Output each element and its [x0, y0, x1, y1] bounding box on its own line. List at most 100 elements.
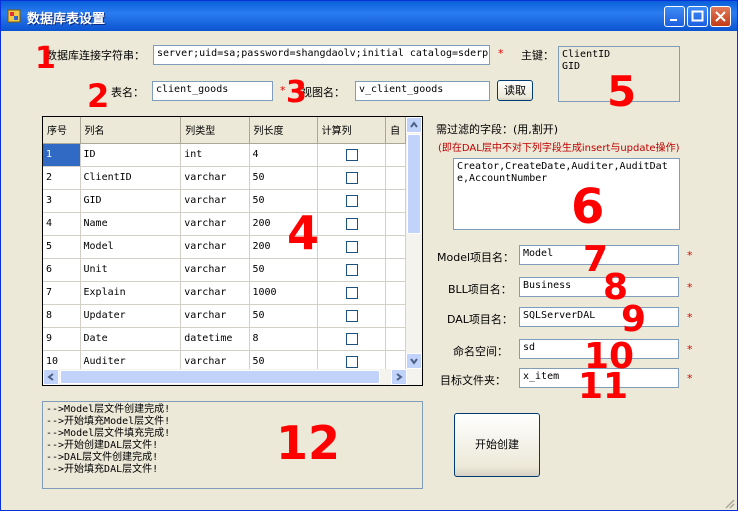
filter-fields-textarea[interactable]: Creator,CreateDate,Auditer,AuditDate,Acc… [453, 158, 680, 230]
grid-horizontal-scrollbar[interactable] [42, 369, 423, 386]
grid-cell-computed[interactable] [317, 258, 387, 282]
scroll-right-arrow[interactable] [391, 369, 407, 385]
computed-checkbox[interactable] [346, 309, 359, 322]
primary-key-list[interactable]: ClientID GID [558, 46, 680, 102]
grid-cell-name[interactable]: ID [80, 143, 182, 167]
grid-cell-auto[interactable] [385, 166, 406, 190]
grid-cell-auto[interactable] [385, 235, 406, 259]
table-row[interactable]: 1 ID int 4 [43, 143, 406, 167]
minimize-button[interactable] [664, 6, 685, 27]
scroll-up-arrow[interactable] [406, 117, 422, 133]
grid-cell-name[interactable]: GID [80, 189, 182, 213]
grid-cell-length[interactable]: 50 [249, 166, 318, 190]
grid-cell-name[interactable]: ClientID [80, 166, 182, 190]
dal-project-input[interactable]: SQLServerDAL [519, 307, 679, 327]
namespace-input[interactable]: sd [519, 339, 679, 359]
log-output[interactable]: -->Model层文件创建完成! -->开始填充Model层文件! -->Model… [42, 401, 423, 489]
grid-cell-name[interactable]: Name [80, 212, 182, 236]
grid-cell-type[interactable]: varchar [180, 212, 250, 236]
grid-cell-computed[interactable] [317, 143, 387, 167]
computed-checkbox[interactable] [346, 148, 359, 161]
grid-cell-auto[interactable] [385, 327, 406, 351]
vertical-scroll-thumb[interactable] [407, 134, 421, 234]
grid-cell-auto[interactable] [385, 281, 406, 305]
grid-cell-auto[interactable] [385, 304, 406, 328]
grid-cell-computed[interactable] [317, 212, 387, 236]
grid-cell-name[interactable]: Updater [80, 304, 182, 328]
table-name-input[interactable]: client_goods [152, 81, 273, 101]
grid-cell-type[interactable]: varchar [180, 166, 250, 190]
grid-header-type[interactable]: 列类型 [180, 117, 250, 144]
grid-cell-index[interactable]: 2 [43, 166, 81, 190]
grid-header-auto[interactable]: 自 [385, 117, 406, 144]
grid-cell-length[interactable]: 200 [249, 212, 318, 236]
scroll-left-arrow[interactable] [43, 369, 59, 385]
computed-checkbox[interactable] [346, 240, 359, 253]
table-row[interactable]: 2 ClientID varchar 50 [43, 166, 406, 190]
grid-cell-index[interactable]: 9 [43, 327, 81, 351]
table-row[interactable]: 6 Unit varchar 50 [43, 258, 406, 282]
grid-cell-name[interactable]: Date [80, 327, 182, 351]
grid-cell-name[interactable]: Unit [80, 258, 182, 282]
grid-cell-length[interactable]: 50 [249, 258, 318, 282]
start-create-button[interactable]: 开始创建 [454, 413, 540, 477]
table-row[interactable]: 3 GID varchar 50 [43, 189, 406, 213]
grid-cell-type[interactable]: varchar [180, 189, 250, 213]
computed-checkbox[interactable] [346, 171, 359, 184]
grid-cell-index[interactable]: 6 [43, 258, 81, 282]
horizontal-scroll-thumb[interactable] [60, 370, 380, 384]
grid-cell-type[interactable]: varchar [180, 304, 250, 328]
grid-cell-type[interactable]: int [180, 143, 250, 167]
close-button[interactable] [710, 6, 731, 27]
grid-header-index[interactable]: 序号 [43, 117, 81, 144]
table-row[interactable]: 4 Name varchar 200 [43, 212, 406, 236]
grid-cell-type[interactable]: varchar [180, 235, 250, 259]
computed-checkbox[interactable] [346, 194, 359, 207]
grid-cell-index[interactable]: 8 [43, 304, 81, 328]
target-folder-input[interactable]: x_item [519, 368, 679, 388]
scroll-down-arrow[interactable] [406, 353, 422, 369]
grid-cell-computed[interactable] [317, 235, 387, 259]
grid-cell-index[interactable]: 4 [43, 212, 81, 236]
maximize-button[interactable] [687, 6, 708, 27]
grid-cell-computed[interactable] [317, 189, 387, 213]
grid-cell-length[interactable]: 4 [249, 143, 318, 167]
model-project-input[interactable]: Model [519, 245, 679, 265]
grid-cell-type[interactable]: varchar [180, 281, 250, 305]
computed-checkbox[interactable] [346, 355, 359, 368]
grid-cell-computed[interactable] [317, 327, 387, 351]
grid-cell-auto[interactable] [385, 143, 406, 167]
computed-checkbox[interactable] [346, 217, 359, 230]
grid-cell-index[interactable]: 5 [43, 235, 81, 259]
grid-cell-type[interactable]: datetime [180, 327, 250, 351]
grid-cell-computed[interactable] [317, 281, 387, 305]
grid-header-length[interactable]: 列长度 [249, 117, 318, 144]
grid-header-name[interactable]: 列名 [80, 117, 182, 144]
grid-vertical-scrollbar[interactable] [406, 116, 423, 369]
title-bar[interactable]: 数据库表设置 [1, 1, 737, 31]
table-row[interactable]: 7 Explain varchar 1000 [43, 281, 406, 305]
grid-cell-computed[interactable] [317, 304, 387, 328]
grid-cell-type[interactable]: varchar [180, 258, 250, 282]
grid-cell-length[interactable]: 200 [249, 235, 318, 259]
grid-cell-auto[interactable] [385, 258, 406, 282]
grid-cell-index[interactable]: 3 [43, 189, 81, 213]
resize-grip-icon[interactable] [723, 497, 735, 509]
bll-project-input[interactable]: Business [519, 277, 679, 297]
primary-key-item[interactable]: GID [562, 61, 676, 73]
view-name-input[interactable]: v_client_goods [355, 81, 490, 101]
computed-checkbox[interactable] [346, 332, 359, 345]
grid-cell-length[interactable]: 50 [249, 189, 318, 213]
columns-grid[interactable]: 序号 列名 列类型 列长度 计算列 自 1 ID int 4 2 ClientID varc… [42, 116, 407, 385]
grid-cell-index[interactable]: 7 [43, 281, 81, 305]
grid-cell-computed[interactable] [317, 166, 387, 190]
grid-cell-name[interactable]: Explain [80, 281, 182, 305]
grid-cell-auto[interactable] [385, 212, 406, 236]
read-button[interactable]: 读取 [497, 80, 533, 101]
grid-cell-length[interactable]: 50 [249, 304, 318, 328]
grid-header-computed[interactable]: 计算列 [317, 117, 387, 144]
table-row[interactable]: 8 Updater varchar 50 [43, 304, 406, 328]
computed-checkbox[interactable] [346, 286, 359, 299]
grid-cell-auto[interactable] [385, 189, 406, 213]
grid-cell-length[interactable]: 8 [249, 327, 318, 351]
